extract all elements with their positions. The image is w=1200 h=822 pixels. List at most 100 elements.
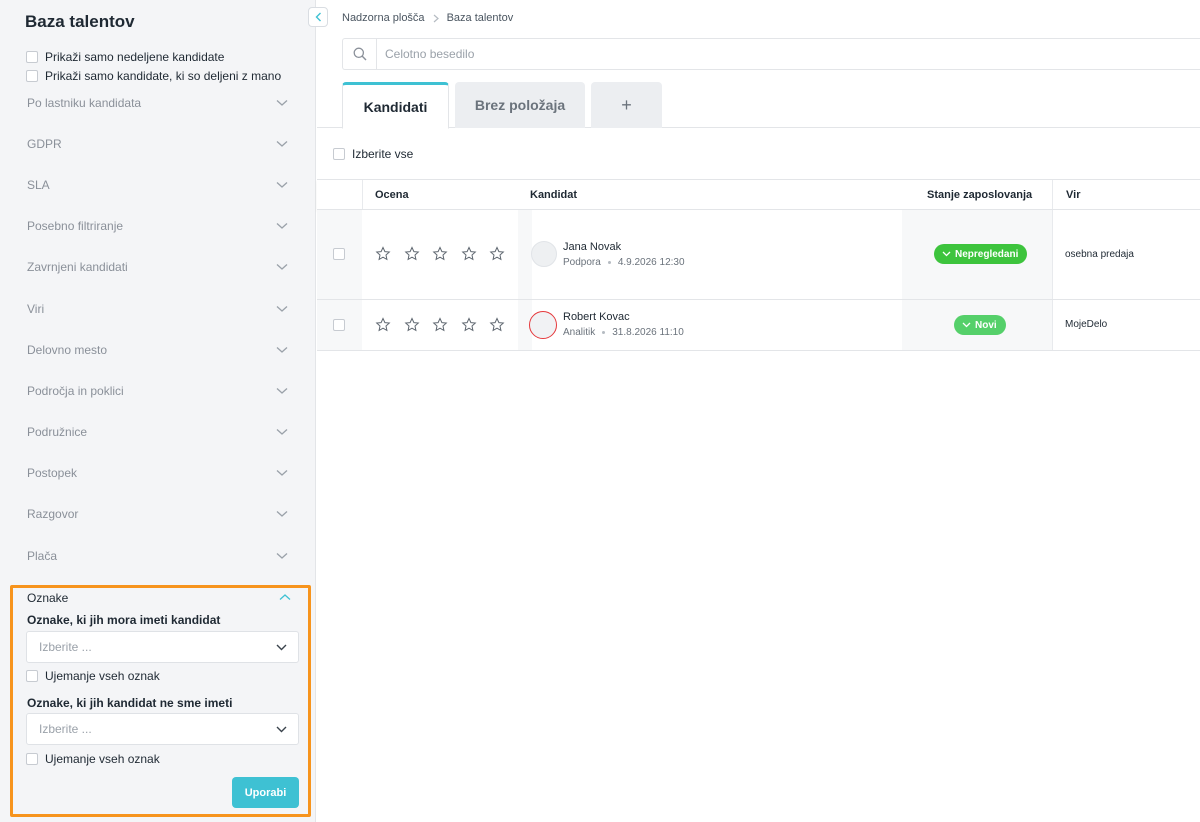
tabs-bar: Kandidati Brez položaja + — [317, 80, 1200, 129]
separator-dot — [607, 261, 611, 264]
star-icon[interactable] — [375, 317, 391, 333]
chevron-down-icon — [276, 264, 288, 271]
checkbox-box[interactable] — [26, 51, 38, 63]
candidate-name[interactable]: Jana Novak — [563, 241, 621, 253]
filter-label: Delovno mesto — [27, 342, 108, 357]
search-input[interactable] — [377, 47, 1077, 61]
row-checkbox[interactable] — [333, 248, 345, 260]
filter-branches[interactable]: Podružnice — [0, 412, 316, 453]
select-placeholder: Izberite ... — [39, 640, 92, 654]
table-row[interactable]: Jana Novak Podpora 4.9.2026 12:30 Nepreg… — [317, 210, 1200, 300]
candidate-role: Podpora — [563, 257, 601, 268]
chevron-down-icon — [276, 181, 288, 188]
column-divider — [1052, 210, 1053, 299]
table-header: Ocena Kandidat Stanje zaposlovanja Vir — [317, 179, 1200, 210]
tags-section-title[interactable]: Oznake — [27, 591, 68, 605]
filter-special[interactable]: Posebno filtriranje — [0, 206, 316, 247]
filter-label: Področja in poklici — [27, 383, 124, 398]
column-divider — [1052, 300, 1053, 350]
chevron-down-icon — [276, 552, 288, 559]
star-icon[interactable] — [432, 246, 448, 262]
unshared-only-checkbox[interactable]: Prikaži samo nedeljene kandidate — [26, 50, 224, 64]
filter-label: Po lastniku kandidata — [27, 95, 142, 110]
star-icon[interactable] — [461, 317, 477, 333]
table-row[interactable]: Robert Kovac Analitik 31.8.2026 11:10 No… — [317, 300, 1200, 351]
candidate-source: MojeDelo — [1065, 319, 1108, 330]
filter-label: SLA — [27, 177, 50, 192]
star-icon[interactable] — [461, 246, 477, 262]
star-icon[interactable] — [375, 246, 391, 262]
chevron-down-icon — [962, 322, 971, 328]
status-badge[interactable]: Nepregledani — [934, 244, 1028, 264]
filter-sources[interactable]: Viri — [0, 288, 316, 329]
select-all-checkbox[interactable]: Izberite vse — [333, 147, 413, 161]
tab-candidates[interactable]: Kandidati — [342, 82, 449, 129]
filter-owner[interactable]: Po lastniku kandidata — [0, 82, 316, 123]
must-have-tags-select[interactable]: Izberite ... — [26, 631, 299, 663]
chevron-down-icon — [942, 251, 951, 257]
filter-process[interactable]: Postopek — [0, 453, 316, 494]
rating-stars[interactable] — [375, 317, 518, 333]
chevron-down-icon — [276, 387, 288, 394]
filter-salary[interactable]: Plača — [0, 535, 316, 576]
row-checkbox[interactable] — [333, 319, 345, 331]
filter-label: Viri — [27, 301, 45, 316]
chevron-up-icon[interactable] — [279, 593, 291, 601]
checkbox-label: Ujemanje vseh oznak — [45, 669, 160, 683]
candidate-date: 31.8.2026 11:10 — [612, 327, 684, 338]
checkbox-label: Ujemanje vseh oznak — [45, 752, 160, 766]
star-icon[interactable] — [432, 317, 448, 333]
candidate-role: Analitik — [563, 327, 596, 338]
apply-button[interactable]: Uporabi — [232, 777, 299, 808]
filter-list: Po lastniku kandidata GDPR SLA Posebno f… — [0, 82, 316, 576]
chevron-down-icon — [276, 726, 287, 732]
add-tab-button[interactable]: + — [591, 82, 662, 128]
checkbox-box[interactable] — [26, 70, 38, 82]
filter-fields[interactable]: Področja in poklici — [0, 370, 316, 411]
chevron-down-icon — [276, 470, 288, 477]
checkbox-label: Prikaži samo kandidate, ki so deljeni z … — [45, 69, 282, 83]
rating-stars[interactable] — [375, 246, 518, 262]
must-not-match-all-checkbox[interactable]: Ujemanje vseh oznak — [26, 752, 160, 766]
status-badge[interactable]: Novi — [954, 315, 1006, 335]
column-header-status[interactable]: Stanje zaposlovanja — [927, 180, 1032, 209]
filter-gdpr[interactable]: GDPR — [0, 123, 316, 164]
filter-label: Plača — [27, 548, 58, 563]
checkbox-box[interactable] — [333, 148, 345, 160]
avatar[interactable] — [531, 241, 557, 267]
filter-label: Postopek — [27, 466, 78, 481]
select-all-label: Izberite vse — [352, 147, 414, 161]
column-header-candidate[interactable]: Kandidat — [530, 180, 577, 209]
star-icon[interactable] — [489, 246, 505, 262]
star-icon[interactable] — [404, 246, 420, 262]
checkbox-box[interactable] — [26, 753, 38, 765]
candidate-cell-edge — [518, 210, 532, 299]
filter-label: Podružnice — [27, 425, 88, 440]
star-icon[interactable] — [489, 317, 505, 333]
candidate-meta: Analitik 31.8.2026 11:10 — [563, 327, 684, 338]
avatar[interactable] — [529, 311, 557, 339]
star-icon[interactable] — [404, 317, 420, 333]
candidate-name[interactable]: Robert Kovac — [563, 311, 630, 323]
collapse-sidebar-button[interactable] — [308, 7, 328, 27]
shared-with-me-checkbox[interactable]: Prikaži samo kandidate, ki so deljeni z … — [26, 69, 281, 83]
select-placeholder: Izberite ... — [39, 722, 92, 736]
search-icon[interactable] — [343, 39, 377, 69]
sidebar-title: Baza talentov — [25, 12, 135, 31]
column-header-rating[interactable]: Ocena — [375, 180, 409, 209]
must-have-match-all-checkbox[interactable]: Ujemanje vseh oznak — [26, 669, 160, 683]
filter-sla[interactable]: SLA — [0, 164, 316, 205]
column-divider — [1052, 180, 1053, 209]
separator-dot — [602, 331, 606, 334]
status-label: Nepregledani — [955, 248, 1019, 260]
filter-rejected[interactable]: Zavrnjeni kandidati — [0, 247, 316, 288]
filter-position[interactable]: Delovno mesto — [0, 329, 316, 370]
checkbox-box[interactable] — [26, 670, 38, 682]
breadcrumb-dashboard[interactable]: Nadzorna plošča — [342, 12, 425, 24]
tab-without-position[interactable]: Brez položaja — [455, 82, 585, 128]
column-header-source[interactable]: Vir — [1066, 180, 1080, 209]
must-not-tags-label: Oznake, ki jih kandidat ne sme imeti — [27, 696, 233, 710]
filter-interview[interactable]: Razgovor — [0, 494, 316, 535]
chevron-down-icon — [276, 429, 288, 435]
must-not-tags-select[interactable]: Izberite ... — [26, 713, 299, 745]
